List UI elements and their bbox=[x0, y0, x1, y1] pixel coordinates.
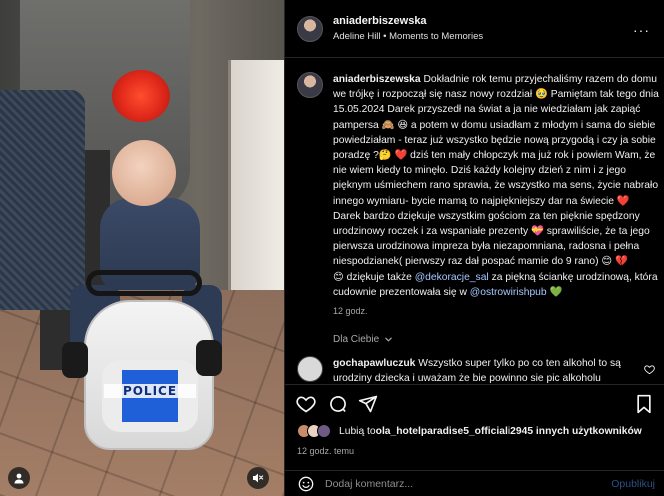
liker-username[interactable]: ola_hotelparadise5_official bbox=[376, 426, 508, 437]
caption-avatar[interactable] bbox=[297, 72, 323, 98]
post-photo[interactable]: POLICE bbox=[0, 0, 284, 496]
comment-button[interactable] bbox=[327, 393, 349, 415]
send-paper-plane-icon bbox=[358, 395, 378, 413]
mention-link[interactable]: @ostrowirishpub bbox=[470, 287, 547, 298]
liker-avatar bbox=[317, 424, 331, 438]
likes-count[interactable]: 2945 innych użytkowników bbox=[510, 426, 642, 437]
caption-thanks: 😊 dziękuje także bbox=[333, 271, 415, 283]
post-caption: aniaderbiszewska Dokładnie rok temu przy… bbox=[297, 72, 659, 316]
comment-input[interactable] bbox=[325, 477, 612, 490]
caption-paragraph-1: Dokładnie rok temu przyjechaliśmy razem … bbox=[333, 74, 659, 207]
author-avatar[interactable] bbox=[297, 15, 323, 42]
for-you-label: Dla Ciebie bbox=[333, 334, 380, 345]
caption-username[interactable]: aniaderbiszewska bbox=[333, 74, 421, 85]
comment-item: gochapawluczuk Wszystko super tylko po c… bbox=[297, 356, 655, 386]
commenter-username[interactable]: gochapawluczuk bbox=[333, 358, 415, 369]
like-button[interactable] bbox=[295, 393, 317, 415]
bookmark-icon bbox=[637, 394, 651, 414]
action-bar bbox=[285, 384, 664, 424]
heart-icon bbox=[296, 396, 316, 413]
save-button[interactable] bbox=[633, 393, 655, 415]
smiley-icon bbox=[298, 476, 314, 491]
emoji-button[interactable] bbox=[297, 475, 315, 493]
author-meta: aniaderbiszewska Adeline Hill • Moments … bbox=[333, 15, 483, 42]
post-location[interactable]: Adeline Hill • Moments to Memories bbox=[333, 31, 483, 42]
for-you-dropdown[interactable]: Dla Ciebie bbox=[333, 334, 393, 345]
person-icon bbox=[14, 473, 24, 484]
comment-bubble-icon bbox=[330, 396, 346, 413]
likes-prefix: Lubią to bbox=[339, 425, 376, 437]
comment-composer: Opublikuj bbox=[285, 470, 664, 496]
caption-thanks-end: 💚 bbox=[546, 286, 563, 298]
publish-button[interactable]: Opublikuj bbox=[611, 478, 655, 490]
commenter-avatar[interactable] bbox=[297, 356, 323, 382]
caption-text: aniaderbiszewska Dokładnie rok temu przy… bbox=[333, 72, 659, 300]
liker-avatars bbox=[297, 424, 331, 438]
share-button[interactable] bbox=[357, 393, 379, 415]
mention-link[interactable]: @dekoracje_sal bbox=[415, 272, 489, 283]
caption-paragraph-2: Darek bardzo dziękuje wszystkim gościom … bbox=[333, 210, 650, 268]
chevron-down-icon bbox=[385, 337, 392, 342]
photo-flower bbox=[112, 70, 170, 122]
author-username[interactable]: aniaderbiszewska bbox=[333, 15, 483, 27]
post-header: aniaderbiszewska Adeline Hill • Moments … bbox=[285, 0, 664, 58]
post-side-panel: aniaderbiszewska Adeline Hill • Moments … bbox=[284, 0, 664, 496]
tagged-users-button[interactable] bbox=[8, 467, 30, 489]
photo-car-label: POLICE bbox=[104, 384, 196, 398]
likes-summary[interactable]: Lubią to ola_hotelparadise5_official i 2… bbox=[297, 424, 642, 438]
speaker-muted-icon bbox=[253, 473, 264, 483]
mute-button[interactable] bbox=[247, 467, 269, 489]
photo-coat bbox=[0, 90, 85, 310]
comment-text: gochapawluczuk Wszystko super tylko po c… bbox=[333, 356, 633, 386]
photo-car-handle bbox=[86, 270, 202, 296]
photo-car-wheel bbox=[196, 340, 222, 376]
more-horizontal-icon[interactable]: ··· bbox=[633, 22, 650, 38]
photo-car-wheel bbox=[62, 342, 88, 378]
caption-timestamp: 12 godz. bbox=[333, 306, 368, 317]
photo-door bbox=[228, 60, 284, 320]
photo-baby-head bbox=[112, 140, 176, 206]
heart-icon[interactable] bbox=[644, 364, 655, 375]
caption-body: aniaderbiszewska Dokładnie rok temu przy… bbox=[323, 72, 659, 316]
instagram-post-view: POLICE aniaderbiszewska Adeline Hill • M… bbox=[0, 0, 664, 496]
post-timestamp: 12 godz. temu bbox=[297, 446, 355, 456]
